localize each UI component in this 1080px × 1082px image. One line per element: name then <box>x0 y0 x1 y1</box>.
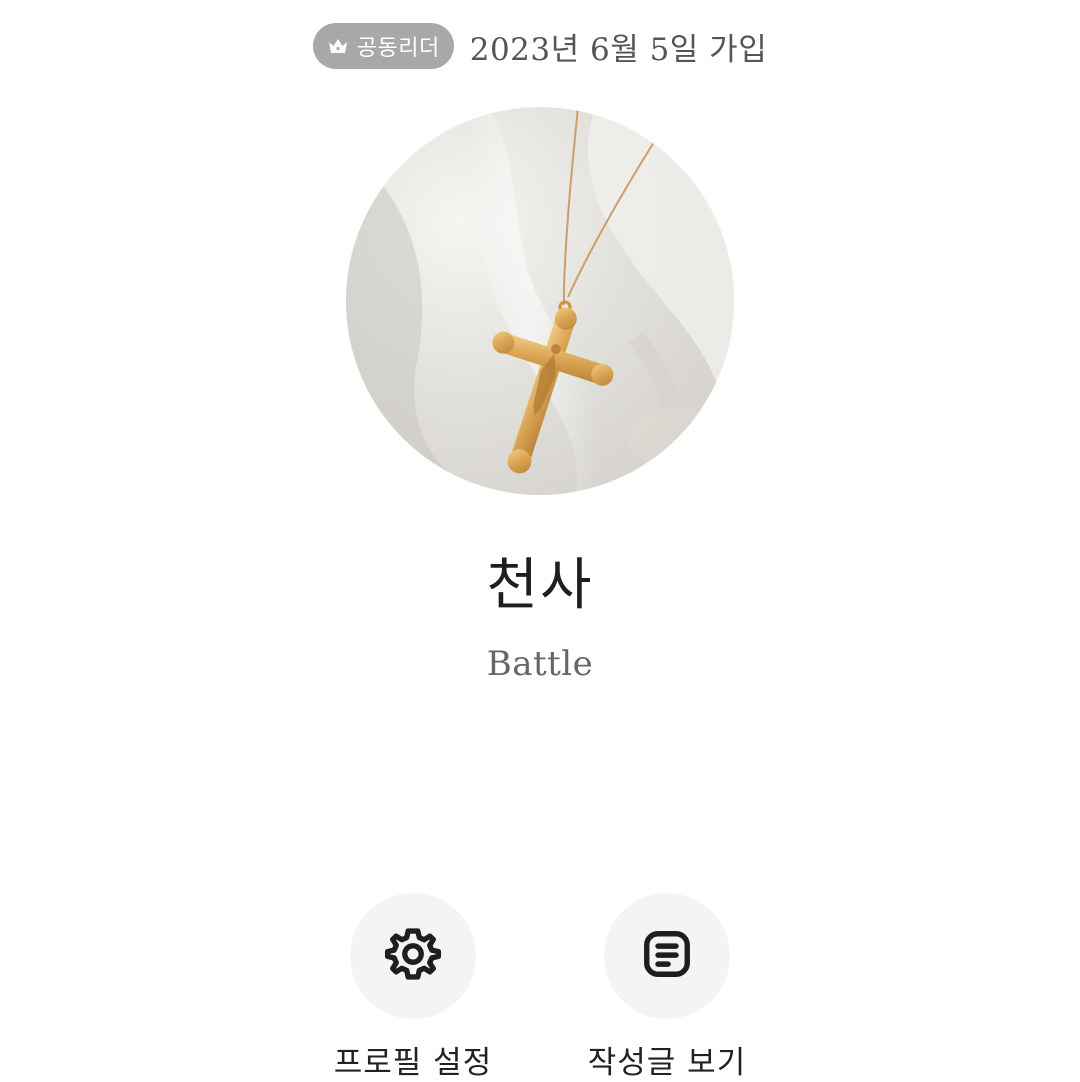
view-posts-button[interactable]: 작성글 보기 <box>587 893 747 1082</box>
role-badge-label: 공동리더 <box>356 36 440 61</box>
profile-settings-button[interactable]: 프로필 설정 <box>333 893 493 1082</box>
profile-settings-label: 프로필 설정 <box>333 1045 493 1081</box>
role-badge: 공동리더 <box>312 23 454 69</box>
profile-nickname: 천사 <box>486 553 594 618</box>
document-list-icon <box>640 927 694 985</box>
avatar-image <box>346 107 734 495</box>
profile-settings-circle[interactable] <box>350 893 476 1019</box>
profile-actions: 프로필 설정 작성글 보기 <box>0 893 1080 1082</box>
profile-status-message: Battle <box>486 644 594 684</box>
view-posts-circle[interactable] <box>604 893 730 1019</box>
gear-icon <box>384 925 442 987</box>
join-date: 2023년 6월 5일 가입 <box>469 31 768 68</box>
profile-avatar[interactable] <box>346 107 734 495</box>
profile-meta-row: 공동리더 2023년 6월 5일 가입 <box>0 22 1080 70</box>
crown-icon <box>325 33 351 59</box>
view-posts-label: 작성글 보기 <box>587 1045 747 1081</box>
